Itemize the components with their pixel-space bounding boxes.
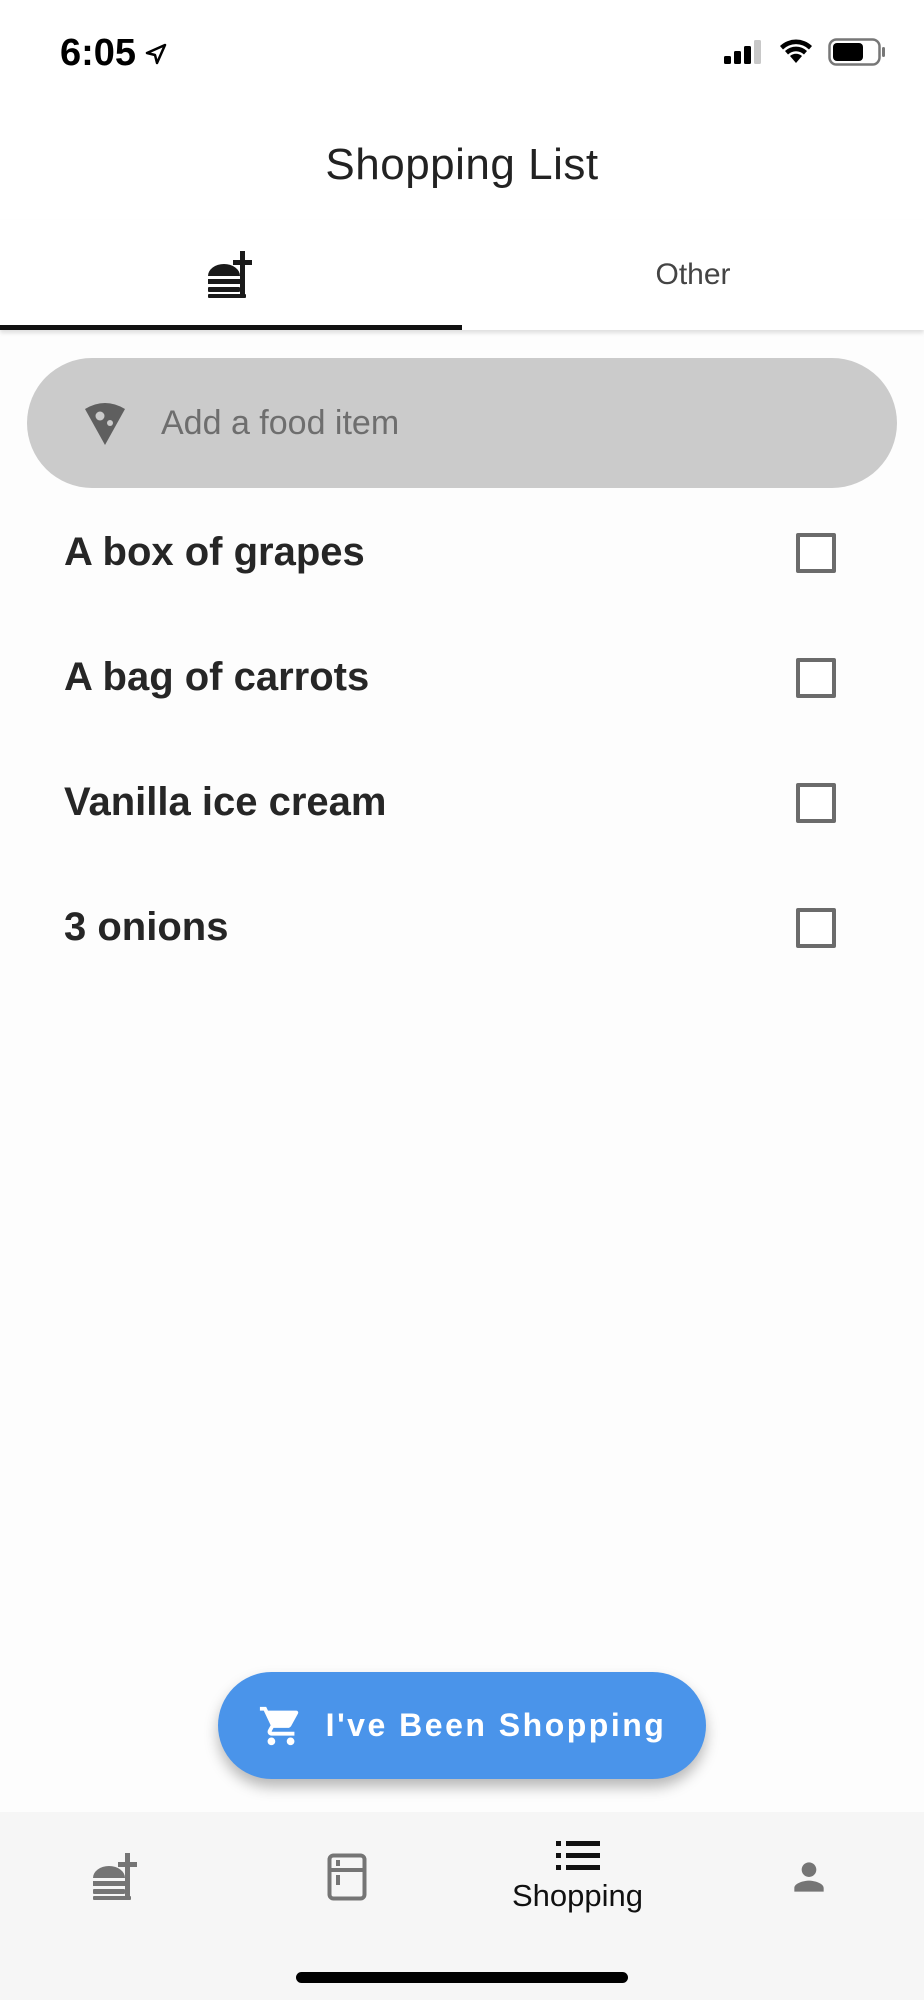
shopping-list: A box of grapes A bag of carrots Vanilla… — [0, 490, 924, 990]
nav-item-profile[interactable] — [693, 1812, 924, 1942]
tab-bar: Other — [0, 220, 924, 330]
fast-food-icon — [208, 251, 252, 298]
add-food-item-placeholder: Add a food item — [161, 403, 400, 442]
list-item-label: 3 onions — [64, 905, 229, 949]
nav-item-food[interactable] — [0, 1812, 231, 1942]
page-title: Shopping List — [325, 140, 599, 189]
status-bar: 6:05 — [0, 0, 924, 110]
add-food-item-input[interactable]: Add a food item — [27, 358, 897, 488]
fast-food-icon — [92, 1853, 137, 1900]
status-time: 6:05 — [60, 32, 168, 75]
pizza-icon — [85, 403, 125, 445]
been-shopping-label: I've Been Shopping — [325, 1707, 667, 1743]
tab-other[interactable]: Other — [462, 220, 924, 330]
status-icons — [724, 38, 886, 66]
list-item-checkbox[interactable] — [796, 657, 836, 698]
list-item[interactable]: 3 onions — [0, 865, 924, 990]
list-item[interactable]: A box of grapes — [0, 490, 924, 615]
nav-item-shopping[interactable]: Shopping — [462, 1812, 693, 1942]
list-item[interactable]: Vanilla ice cream — [0, 740, 924, 865]
list-item-label: A box of grapes — [64, 530, 365, 574]
list-item-checkbox[interactable] — [796, 782, 836, 823]
been-shopping-button[interactable]: I've Been Shopping — [218, 1672, 706, 1779]
location-arrow-icon — [145, 43, 167, 64]
app-bar: Shopping List — [0, 110, 924, 220]
nav-item-fridge[interactable] — [231, 1812, 462, 1942]
list-icon — [555, 1841, 600, 1870]
tab-other-label: Other — [655, 258, 731, 291]
list-item-checkbox[interactable] — [796, 532, 836, 573]
list-item-label: A bag of carrots — [64, 655, 370, 699]
fridge-icon — [327, 1853, 366, 1901]
list-item[interactable]: A bag of carrots — [0, 615, 924, 740]
tab-indicator — [0, 325, 462, 330]
home-indicator — [296, 1972, 628, 1983]
list-item-label: Vanilla ice cream — [64, 780, 387, 824]
nav-item-shopping-label: Shopping — [511, 1878, 643, 1913]
wifi-icon — [780, 39, 812, 63]
list-item-checkbox[interactable] — [796, 907, 836, 948]
tab-food[interactable] — [0, 220, 462, 330]
shopping-cart-icon — [259, 1706, 298, 1745]
cellular-signal-icon — [724, 40, 761, 64]
status-time-text: 6:05 — [60, 32, 137, 74]
person-icon — [793, 1862, 824, 1892]
battery-icon — [828, 38, 885, 66]
